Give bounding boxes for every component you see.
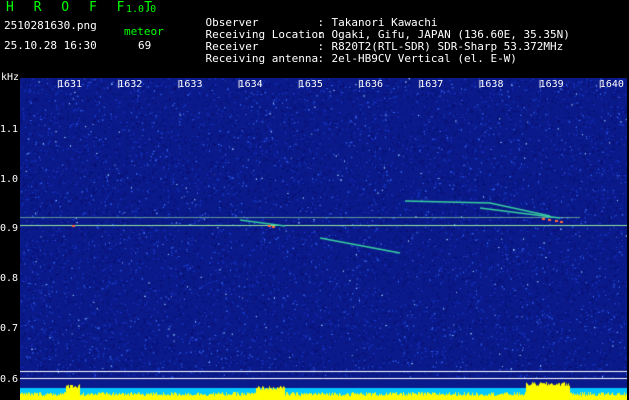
y-tick-label: 0.6 bbox=[0, 374, 19, 385]
x-tick-label: 1637 bbox=[419, 79, 444, 90]
x-tick-label: 1636 bbox=[359, 79, 384, 90]
x-tick-label: 1633 bbox=[178, 79, 203, 90]
info-value: 2el-HB9CV Vertical (el. E-W) bbox=[331, 52, 517, 65]
app-version: 1.0.0 bbox=[126, 4, 157, 15]
info-label: Receiving antenna bbox=[205, 52, 319, 65]
meteor-label: meteor bbox=[124, 25, 164, 38]
y-tick-label: 1.0 bbox=[0, 174, 19, 185]
info-separator: : bbox=[317, 52, 325, 65]
file-name: 2510281630.png bbox=[4, 19, 97, 32]
y-tick-label: 0.8 bbox=[0, 273, 19, 284]
x-tick-label: 1632 bbox=[118, 79, 143, 90]
x-tick-label: 1631 bbox=[58, 79, 83, 90]
x-tick-label: 1635 bbox=[298, 79, 323, 90]
meteor-count: 69 bbox=[138, 39, 152, 52]
x-tick-label: 1638 bbox=[479, 79, 504, 90]
y-tick-label: 0.7 bbox=[0, 323, 19, 334]
x-tick-label: 1640 bbox=[599, 79, 624, 90]
y-tick-label: 0.9 bbox=[0, 223, 19, 234]
hrofft-window: H R O F F T 1.0.0 2510281630.png meteor … bbox=[0, 0, 629, 400]
info-row-antenna: Receiving antenna: 2el-HB9CV Vertical (el… bbox=[179, 41, 517, 77]
date-time: 25.10.28 16:30 bbox=[4, 39, 97, 52]
spectrogram bbox=[20, 78, 627, 400]
x-tick-label: 1639 bbox=[539, 79, 564, 90]
y-axis-unit: kHz bbox=[1, 72, 20, 83]
y-tick-label: 1.1 bbox=[0, 124, 19, 135]
x-tick-label: 1634 bbox=[238, 79, 263, 90]
